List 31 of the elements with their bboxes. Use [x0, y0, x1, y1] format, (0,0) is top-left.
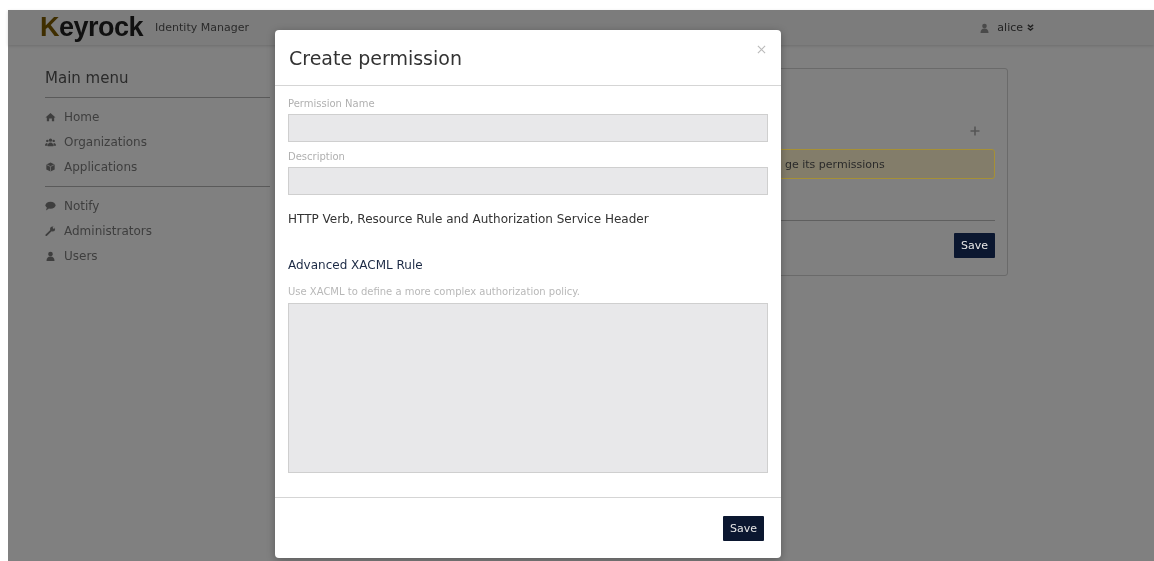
sidebar-menu-item[interactable]: Administrators [64, 224, 153, 238]
field-label: Permission Name [288, 98, 376, 109]
sidebar-title: Main menu [45, 69, 130, 89]
wrench-icon [45, 226, 56, 236]
field-label: Description [288, 151, 346, 162]
advanced-rule-heading: Advanced XACML Rule [288, 258, 424, 272]
sidebar-menu-item[interactable]: Notify [64, 199, 100, 213]
home-icon [45, 112, 56, 122]
user-menu[interactable]: alice [997, 21, 1023, 34]
help-text: Use XACML to define a more complex authorization policy. [288, 286, 581, 297]
close-icon[interactable] [757, 45, 766, 54]
user-icon [979, 22, 991, 33]
section-heading: HTTP Verb, Resource Rule and Authorization Service Header [288, 212, 650, 226]
sidebar-menu-item[interactable]: Home [64, 110, 100, 124]
input-field[interactable] [288, 167, 768, 195]
plus-icon[interactable] [970, 126, 980, 136]
double-chevron-down-icon[interactable] [1027, 24, 1034, 31]
xacml-text-area[interactable] [288, 303, 768, 473]
app-subtitle: Identity Manager [155, 21, 249, 34]
save-button[interactable]: Save [723, 515, 764, 541]
cube-icon [45, 162, 56, 172]
sidebar-menu-item[interactable]: Users [64, 249, 98, 263]
user-icon [45, 251, 56, 261]
sidebar-menu-item[interactable]: Applications [64, 160, 138, 174]
keyrock-logo[interactable]: Keyrock [40, 12, 144, 43]
speech-bubble-icon [45, 201, 56, 211]
users-icon [45, 137, 56, 147]
input-field[interactable] [288, 114, 768, 142]
save-button[interactable]: Save [954, 233, 995, 258]
sidebar-menu-item[interactable]: Organizations [64, 135, 147, 149]
modal-title: Create permission [289, 46, 462, 69]
